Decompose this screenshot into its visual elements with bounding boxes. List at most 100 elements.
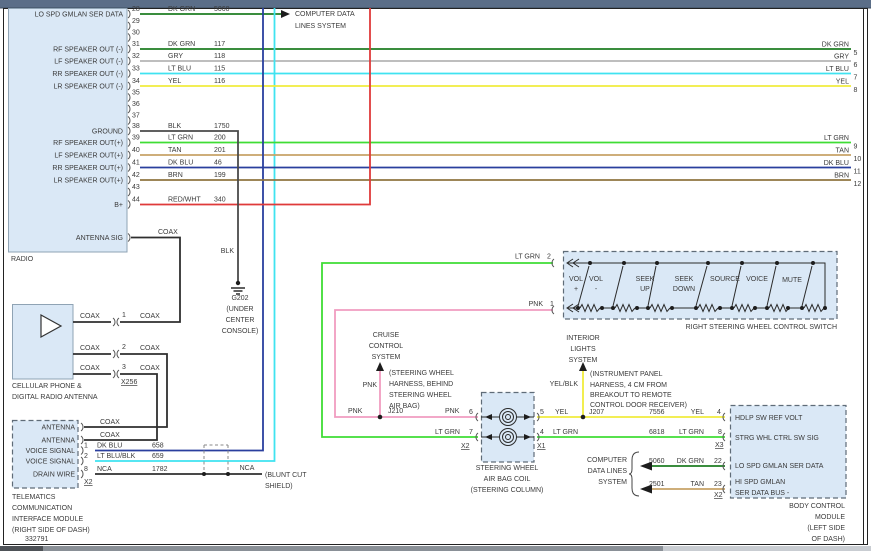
- pin-number: 39: [132, 135, 140, 142]
- wire-color-label: LT GRN: [515, 254, 540, 261]
- pin-number: 2: [547, 254, 551, 261]
- brace-icon: [629, 452, 639, 496]
- module-pin-label: STRG WHL CTRL SW SIG: [735, 435, 819, 442]
- wire-color-label: GRY: [834, 54, 849, 61]
- pin-number: 44: [132, 197, 140, 204]
- coax-label: COAX: [100, 419, 120, 426]
- pin-number: 8: [854, 87, 858, 94]
- wire-color-label: LT GRN: [553, 429, 578, 436]
- system-ref: DATA LINES: [588, 468, 628, 475]
- circuit-number: 5060: [214, 6, 230, 13]
- system-ref: LIGHTS: [570, 346, 596, 353]
- circuit-number: 46: [214, 160, 222, 167]
- pin-number: 10: [854, 156, 862, 163]
- computer-data-arrow-icon: [281, 10, 290, 18]
- wire-color-label: NCA: [97, 466, 112, 473]
- connector-id: X2: [84, 479, 93, 486]
- pin-number: 41: [132, 160, 140, 167]
- radio-pin-label: RR SPEAKER OUT (-): [52, 71, 123, 78]
- circuit-number: 7556: [649, 409, 665, 416]
- wire-color-label: BLK: [168, 123, 182, 130]
- wire-color-label: DK GRN: [677, 458, 704, 465]
- pin-number: 12: [854, 181, 862, 188]
- lt-blu-wires: [95, 8, 851, 461]
- wire-color-label: NCA: [240, 465, 255, 472]
- pin-number: 8: [84, 466, 88, 473]
- steering-switch-box: [564, 252, 838, 320]
- wire-color-label: DK BLU: [97, 443, 122, 450]
- pin-number: 7: [854, 75, 858, 82]
- pin-number: 37: [132, 113, 140, 120]
- coax-label: COAX: [100, 432, 120, 439]
- pin-number: 8: [718, 429, 722, 436]
- radio-pin-label: RR SPEAKER OUT(+): [52, 165, 123, 172]
- pin-number: 42: [132, 172, 140, 179]
- pin-number: 35: [132, 90, 140, 97]
- pin-number: 1: [122, 312, 126, 319]
- pin-number: 6: [854, 62, 858, 69]
- pin-number: 34: [132, 78, 140, 85]
- document-number: 332791: [25, 536, 48, 543]
- module-name: (LEFT SIDE: [807, 525, 845, 532]
- ground-loc1: (UNDER: [226, 306, 253, 313]
- circuit-number: 5060: [649, 458, 665, 465]
- radio-pin-label: LO SPD GMLAN SER DATA: [35, 12, 124, 19]
- wiring-diagram-canvas: LO SPD GMLAN SER DATA RF SPEAKER OUT (-)…: [0, 0, 871, 551]
- connector-id: X2: [714, 492, 723, 499]
- connector-id: X3: [715, 442, 724, 449]
- module-pin-label: VOICE SIGNAL: [26, 459, 76, 466]
- system-ref: COMPUTER: [587, 457, 627, 464]
- wire-color-label: YEL: [168, 78, 181, 85]
- coax-label: COAX: [80, 313, 100, 320]
- wire-color-label: YEL: [836, 79, 849, 86]
- radio-connector-bracket: [128, 10, 130, 242]
- system-ref: SYSTEM: [569, 357, 598, 364]
- wire-color-label: PNK: [363, 382, 378, 389]
- module-name: INTERFACE MODULE: [12, 516, 84, 523]
- blunt-cut-note: (BLUNT CUT: [265, 472, 307, 479]
- button-label: VOICE: [746, 276, 768, 283]
- wire-color-label: LT BLU: [168, 66, 191, 73]
- module-name: STEERING WHEEL: [476, 465, 539, 472]
- scrollbar-button[interactable]: [0, 546, 43, 551]
- blk-wire-label: BLK: [221, 248, 235, 255]
- wire-color-label: PNK: [529, 301, 544, 308]
- wire-color-label: BRN: [834, 173, 849, 180]
- harness-note: BREAKOUT TO REMOTE: [590, 392, 672, 399]
- pin-number: 1: [84, 443, 88, 450]
- blunt-cut-note: SHIELD): [265, 483, 293, 490]
- button-label: MUTE: [782, 277, 802, 284]
- coax-label: COAX: [140, 345, 160, 352]
- system-ref: INTERIOR: [566, 335, 599, 342]
- right-connector-labels: DK GRN5 GRY6 LT BLU7 YEL8 LT GRN9 TAN10 …: [822, 42, 862, 189]
- radio-wire-labels: DK GRN5060 DK GRN117 GRY118 LT BLU115 YE…: [158, 6, 230, 236]
- wire-color-label: LT GRN: [679, 429, 704, 436]
- button-label: SOURCE: [710, 276, 740, 283]
- circuit-number: 115: [214, 66, 225, 73]
- coax-label: COAX: [158, 229, 178, 236]
- system-ref: CRUISE: [373, 332, 400, 339]
- radio-antenna-label: ANTENNA SIG: [76, 235, 123, 242]
- circuit-number: 199: [214, 172, 226, 179]
- circuit-number: 118: [214, 53, 225, 60]
- wire-color-label: DK GRN: [822, 42, 849, 49]
- cruise-arrow-icon: [376, 362, 384, 371]
- module-name: DIGITAL RADIO ANTENNA: [12, 394, 98, 401]
- wire-color-label: GRY: [168, 53, 183, 60]
- circuit-number: 117: [214, 41, 225, 48]
- wire-color-label: BRN: [168, 172, 183, 179]
- system-ref: CONTROL: [369, 343, 403, 350]
- harness-note: (STEERING WHEEL: [389, 370, 454, 377]
- circuit-number: 340: [214, 197, 226, 204]
- harness-note: HARNESS, BEHIND: [389, 381, 453, 388]
- pin-number: 4: [717, 409, 721, 416]
- pin-number: 29: [132, 18, 140, 25]
- harness-note: HARNESS, 4 CM FROM: [590, 382, 667, 389]
- ground-symbol-g202: [231, 281, 245, 294]
- scrollbar-thumb[interactable]: [43, 546, 663, 551]
- module-pin-label: VOICE SIGNAL: [26, 448, 76, 455]
- module-name: COMMUNICATION: [12, 505, 72, 512]
- connector-id: X256: [121, 379, 137, 386]
- pin-number: 3: [122, 364, 126, 371]
- radio-pin-label: GROUND: [92, 129, 123, 136]
